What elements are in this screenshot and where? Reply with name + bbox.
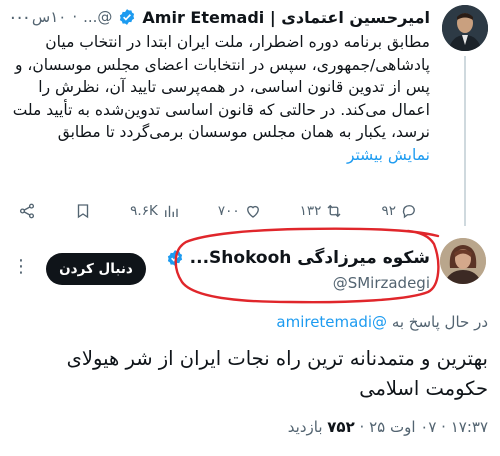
reply-views-count: ۷۵۲ [327, 418, 355, 436]
more-options-icon[interactable]: ··· [10, 8, 30, 29]
retweet-count: ۱۳۲ [299, 203, 322, 219]
tweet-time[interactable]: ۱۰س [32, 8, 66, 26]
replying-to-prefix: در حال پاسخ به [391, 313, 488, 331]
reply-tweet-text: بهترین و متمدنانه ترین راه نجات ایران از… [66, 347, 488, 400]
share-icon [20, 203, 35, 219]
bookmark-action[interactable] [74, 202, 92, 220]
more-options-icon[interactable]: ⋮ [12, 256, 30, 277]
verified-badge-icon [167, 250, 182, 266]
views-count: ۹.۶K [130, 203, 158, 219]
reply-count: ۹۲ [381, 203, 396, 219]
avatar-image [442, 5, 488, 51]
avatar-amir-etemadi[interactable] [442, 5, 488, 51]
like-count: ۷۰۰ [217, 203, 240, 219]
replying-to-line: در حال پاسخ به @amiretemadi [276, 313, 488, 331]
thread-connector-line [464, 56, 466, 226]
avatar-shokooh-mirzadegi[interactable] [440, 238, 486, 284]
reply-action[interactable]: ۹۲ [381, 202, 418, 220]
views-action[interactable]: ۹.۶K [130, 202, 180, 220]
reply-views-label: بازدید [287, 418, 323, 436]
parent-tweet-header: امیرحسین اعتمادی | Amir Etemadi @... · ۱… [20, 6, 430, 28]
bookmark-icon [77, 204, 89, 219]
retweet-action[interactable]: ۱۳۲ [300, 202, 344, 220]
separator-dot: · [72, 8, 78, 26]
reply-timestamp[interactable]: ۱۷:۳۷ · ۰۷ اوت ۲۵ · [360, 418, 488, 436]
verified-badge-icon [120, 9, 135, 25]
like-action[interactable]: ۷۰۰ [218, 202, 262, 220]
tweet-action-bar: ۹۲ ۱۳۲ ۷۰۰ ۹.۶K [18, 198, 418, 224]
author-handle[interactable]: @... [83, 8, 112, 26]
parent-tweet-body: مطابق برنامه دوره اضطرار، ملت ایران ابتد… [12, 33, 430, 141]
reply-author-handle[interactable]: @SMirzadegi [333, 274, 430, 292]
reply-icon [402, 205, 415, 219]
follow-button[interactable]: دنبال کردن [46, 253, 146, 285]
reply-author-display-name[interactable]: شکوه میرزادگی Shokooh... [190, 248, 430, 268]
views-chart-icon [164, 205, 178, 217]
retweet-icon [327, 204, 341, 218]
show-more-link[interactable]: نمایش بیشتر [347, 146, 430, 164]
reply-tweet-meta: ۱۷:۳۷ · ۰۷ اوت ۲۵ · ۷۵۲ بازدید [288, 418, 488, 436]
reply-author-row: شکوه میرزادگی Shokooh... [166, 248, 430, 268]
parent-tweet-text: مطابق برنامه دوره اضطرار، ملت ایران ابتد… [12, 31, 430, 166]
share-action[interactable] [18, 202, 36, 220]
avatar-image [440, 238, 486, 284]
replying-to-mention[interactable]: @amiretemadi [276, 313, 387, 331]
heart-icon [246, 205, 259, 218]
author-display-name[interactable]: امیرحسین اعتمادی | Amir Etemadi [142, 8, 430, 27]
